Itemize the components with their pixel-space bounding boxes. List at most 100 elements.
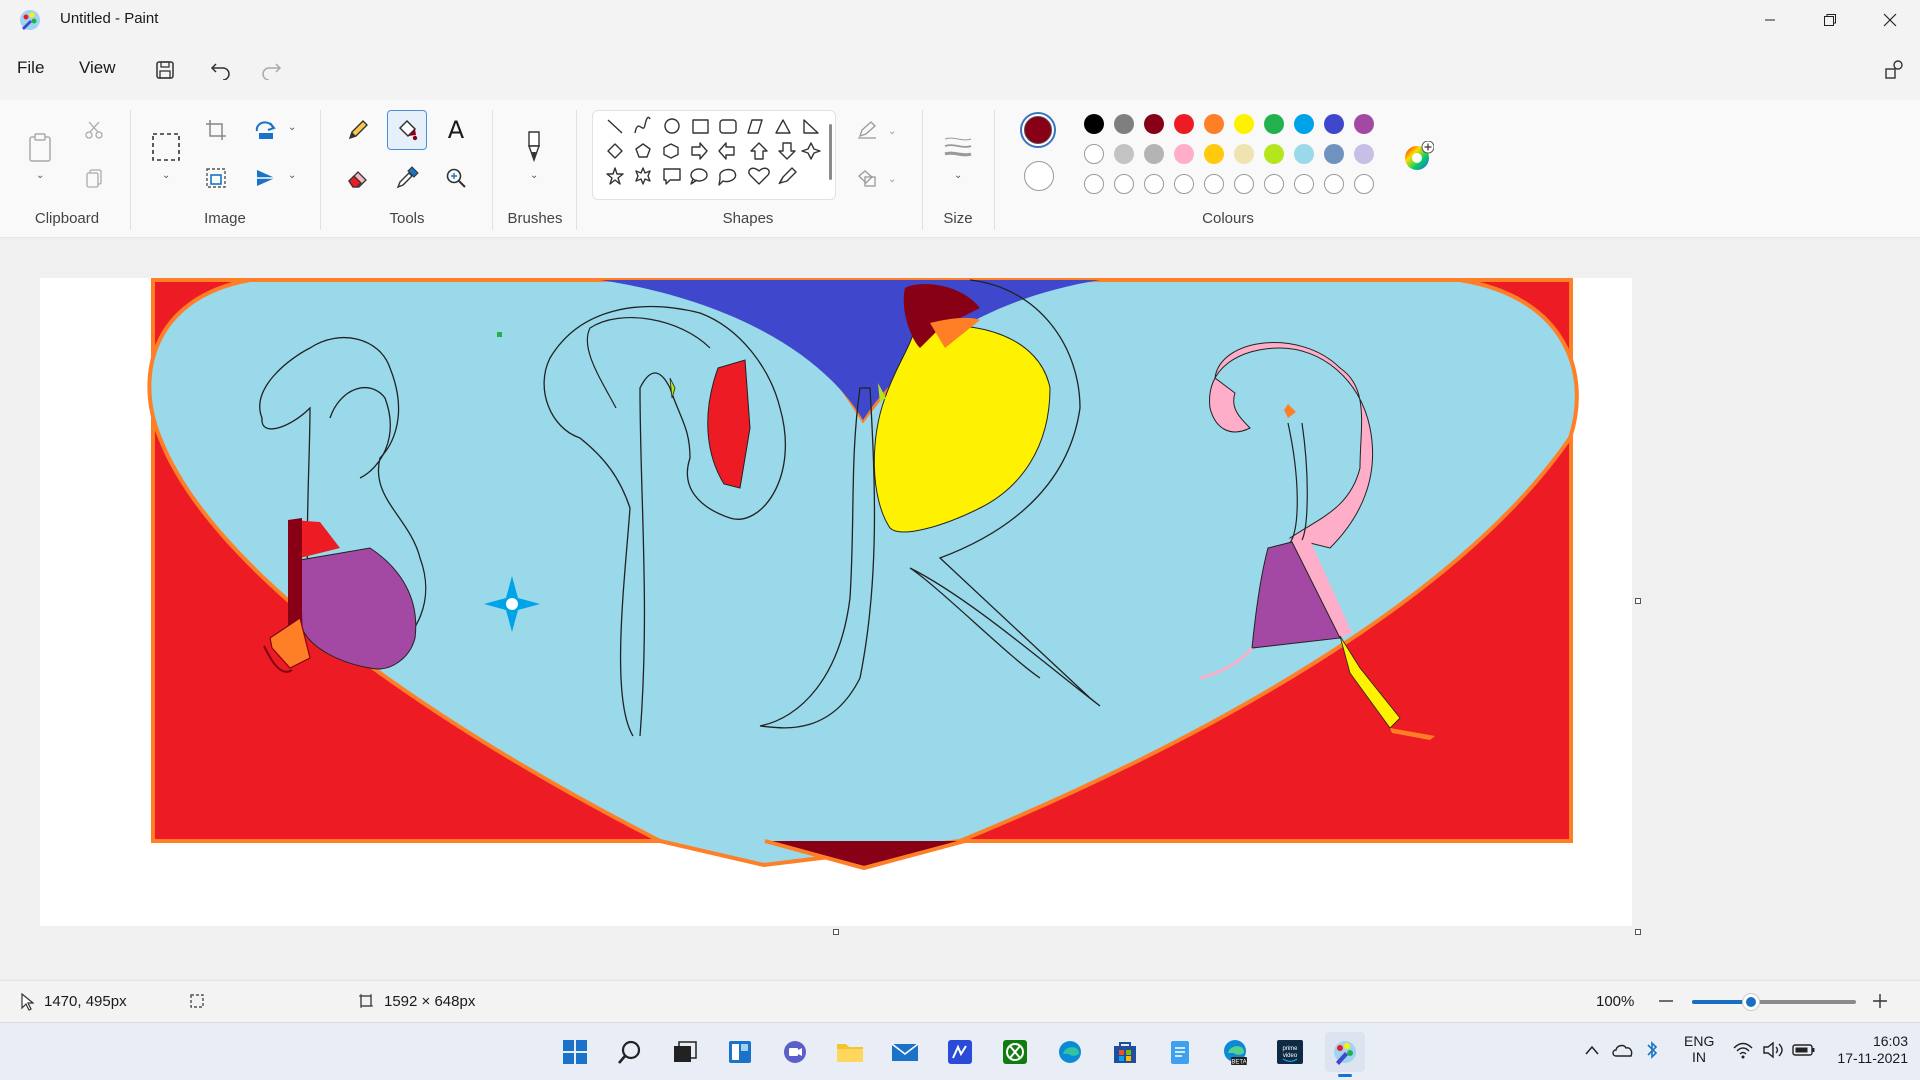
- restore-button[interactable]: [1800, 0, 1860, 40]
- palette-swatch[interactable]: [1114, 144, 1134, 164]
- color-picker-icon[interactable]: [387, 158, 427, 198]
- edge-icon[interactable]: [1050, 1032, 1090, 1072]
- zoom-level[interactable]: 100%: [1596, 993, 1634, 1010]
- copy-icon[interactable]: [74, 158, 114, 198]
- palette-swatch[interactable]: [1084, 144, 1104, 164]
- magnifier-icon[interactable]: [436, 158, 476, 198]
- palette-swatch[interactable]: [1294, 174, 1314, 194]
- rotate-dropdown-icon[interactable]: ⌄: [288, 122, 296, 133]
- outline-icon[interactable]: ⌄: [852, 110, 906, 150]
- palette-swatch[interactable]: [1234, 174, 1254, 194]
- save-icon[interactable]: [145, 50, 185, 90]
- paste-dropdown-icon[interactable]: ⌄: [36, 170, 44, 181]
- widgets-icon[interactable]: [720, 1032, 760, 1072]
- zoom-slider[interactable]: [1692, 993, 1856, 1011]
- resize-handle-right[interactable]: [1635, 598, 1641, 604]
- flip-dropdown-icon[interactable]: ⌄: [288, 170, 296, 181]
- palette-swatch[interactable]: [1084, 174, 1104, 194]
- palette-swatch[interactable]: [1264, 174, 1284, 194]
- palette-swatch[interactable]: [1144, 144, 1164, 164]
- palette-swatch[interactable]: [1324, 114, 1344, 134]
- select-icon[interactable]: [146, 122, 186, 172]
- whiteboard-icon[interactable]: [940, 1032, 980, 1072]
- notepad-icon[interactable]: [1160, 1032, 1200, 1072]
- crop-icon[interactable]: [196, 110, 236, 150]
- palette-swatch[interactable]: [1354, 174, 1374, 194]
- store-icon[interactable]: [1105, 1032, 1145, 1072]
- palette-swatch[interactable]: [1324, 144, 1344, 164]
- redo-icon[interactable]: [251, 50, 291, 90]
- search-icon[interactable]: [610, 1032, 650, 1072]
- resize-handle-bottom[interactable]: [833, 929, 839, 935]
- size-dropdown-icon[interactable]: ⌄: [954, 170, 962, 181]
- resize-icon[interactable]: [196, 158, 236, 198]
- task-view-icon[interactable]: [665, 1032, 705, 1072]
- zoom-in-button[interactable]: [1870, 991, 1890, 1011]
- primary-color-swatch[interactable]: [1020, 112, 1056, 148]
- edge-beta-icon[interactable]: BETA: [1215, 1032, 1255, 1072]
- show-hidden-icons-button[interactable]: [1584, 1043, 1600, 1061]
- palette-swatch[interactable]: [1144, 174, 1164, 194]
- drawing-canvas[interactable]: [40, 278, 1641, 935]
- cursor-position: 1470, 495px: [44, 993, 127, 1010]
- palette-swatch[interactable]: [1264, 114, 1284, 134]
- palette-swatch[interactable]: [1204, 114, 1224, 134]
- rotate-icon[interactable]: [246, 110, 286, 150]
- bluetooth-icon[interactable]: [1645, 1039, 1659, 1066]
- palette-swatch[interactable]: [1084, 114, 1104, 134]
- secondary-color-swatch[interactable]: [1024, 161, 1054, 191]
- paint-taskbar-icon[interactable]: [1325, 1032, 1365, 1077]
- minimize-button[interactable]: [1740, 0, 1800, 40]
- zoom-out-button[interactable]: [1656, 991, 1676, 1011]
- palette-swatch[interactable]: [1264, 144, 1284, 164]
- palette-swatch[interactable]: [1294, 114, 1314, 134]
- close-button[interactable]: [1860, 0, 1920, 40]
- zoom-slider-thumb[interactable]: [1741, 993, 1760, 1011]
- xbox-icon[interactable]: [995, 1032, 1035, 1072]
- size-icon[interactable]: [938, 122, 978, 172]
- palette-swatch[interactable]: [1114, 174, 1134, 194]
- wifi-icon[interactable]: [1732, 1041, 1754, 1064]
- start-icon[interactable]: [555, 1032, 595, 1072]
- palette-swatch[interactable]: [1114, 114, 1134, 134]
- resize-handle-corner[interactable]: [1635, 929, 1641, 935]
- palette-swatch[interactable]: [1234, 114, 1254, 134]
- pencil-icon[interactable]: [338, 110, 378, 150]
- palette-swatch[interactable]: [1234, 144, 1254, 164]
- paste-icon[interactable]: [20, 122, 60, 172]
- brush-dropdown-icon[interactable]: ⌄: [530, 170, 538, 181]
- canvas-size-icon: [358, 993, 374, 1013]
- palette-swatch[interactable]: [1294, 144, 1314, 164]
- palette-swatch[interactable]: [1174, 174, 1194, 194]
- share-icon[interactable]: [1874, 50, 1914, 90]
- brush-icon[interactable]: [514, 122, 554, 172]
- palette-swatch[interactable]: [1144, 114, 1164, 134]
- palette-swatch[interactable]: [1204, 144, 1224, 164]
- volume-icon[interactable]: [1762, 1041, 1784, 1064]
- cut-icon[interactable]: [74, 110, 114, 150]
- edit-colors-icon[interactable]: [1402, 140, 1435, 173]
- palette-swatch[interactable]: [1354, 114, 1374, 134]
- prime-video-icon[interactable]: prime video: [1270, 1032, 1310, 1072]
- flip-icon[interactable]: [246, 158, 286, 198]
- undo-icon[interactable]: [201, 50, 241, 90]
- select-dropdown-icon[interactable]: ⌄: [162, 170, 170, 181]
- text-tool-icon[interactable]: A: [436, 110, 476, 150]
- fill-shape-icon[interactable]: ⌄: [852, 158, 906, 198]
- file-menu[interactable]: File: [17, 58, 44, 78]
- language-indicator[interactable]: ENG IN: [1684, 1033, 1714, 1065]
- palette-swatch[interactable]: [1174, 114, 1194, 134]
- battery-icon[interactable]: [1792, 1043, 1816, 1062]
- eraser-icon[interactable]: [338, 158, 378, 198]
- palette-swatch[interactable]: [1354, 144, 1374, 164]
- file-explorer-icon[interactable]: [830, 1032, 870, 1072]
- palette-swatch[interactable]: [1204, 174, 1224, 194]
- clock[interactable]: 16:03 17-11-2021: [1828, 1033, 1908, 1067]
- view-menu[interactable]: View: [79, 58, 116, 78]
- palette-swatch[interactable]: [1324, 174, 1344, 194]
- fill-tool[interactable]: [387, 110, 427, 150]
- mail-icon[interactable]: [885, 1032, 925, 1072]
- onedrive-icon[interactable]: [1612, 1042, 1634, 1063]
- chat-icon[interactable]: [775, 1032, 815, 1072]
- palette-swatch[interactable]: [1174, 144, 1194, 164]
